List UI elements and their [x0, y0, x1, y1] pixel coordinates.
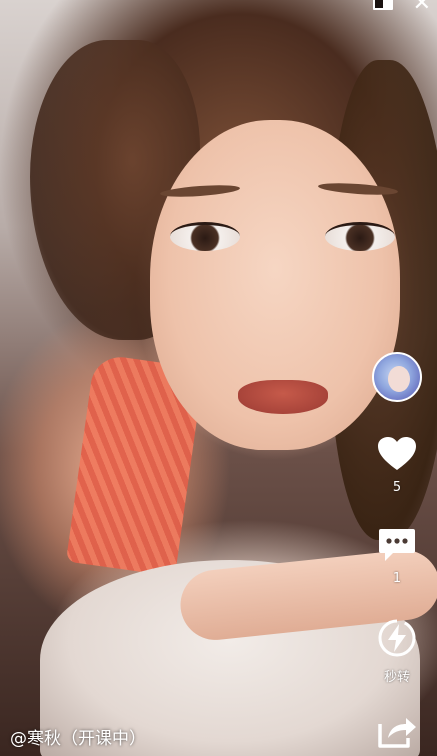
avatar-face: [388, 366, 410, 392]
heart-icon: [377, 436, 417, 472]
video-player[interactable]: ✕ 5 1 秒转 @寒秋（开课中）: [0, 0, 437, 756]
flash-forward-button[interactable]: 秒转: [377, 618, 417, 685]
video-caption[interactable]: @寒秋（开课中）: [10, 724, 146, 749]
video-frame-eye: [170, 222, 240, 251]
flash-forward-label: 秒转: [383, 670, 410, 685]
action-column: 5 1 秒转: [370, 352, 424, 685]
video-frame-lips: [238, 380, 328, 414]
author-avatar[interactable]: [372, 352, 422, 402]
comment-icon: [378, 527, 416, 563]
comment-count: 1: [392, 571, 402, 586]
comment-button[interactable]: 1: [378, 527, 416, 586]
like-count: 5: [392, 480, 402, 495]
minimize-window-icon[interactable]: [372, 0, 393, 10]
video-frame-eye: [325, 222, 395, 251]
share-button[interactable]: [376, 712, 418, 750]
like-button[interactable]: 5: [377, 436, 417, 495]
top-controls: ✕: [372, 0, 431, 15]
share-icon: [376, 712, 418, 750]
close-icon[interactable]: ✕: [413, 0, 431, 15]
lightning-icon: [377, 618, 417, 658]
